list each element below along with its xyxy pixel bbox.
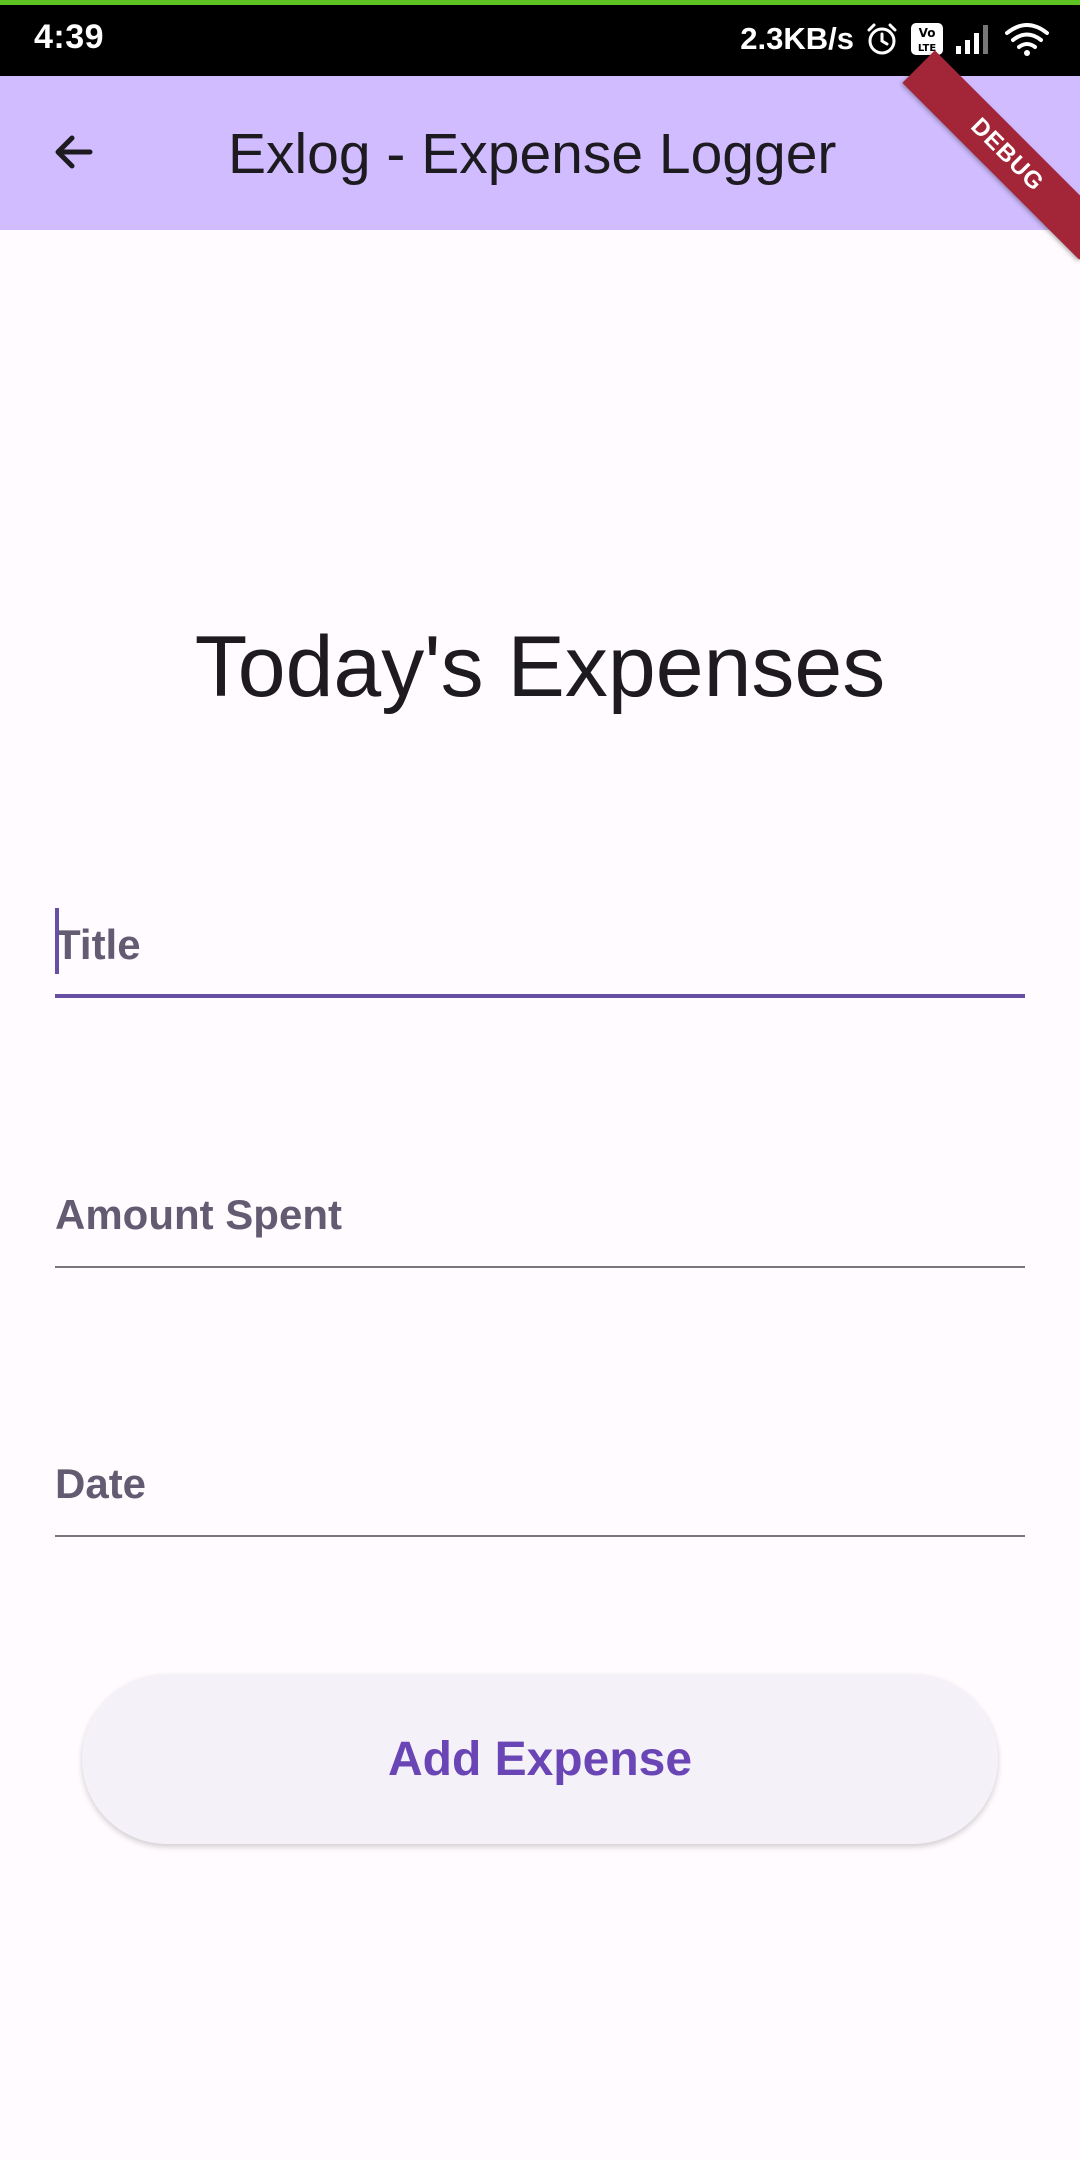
amount-input[interactable] [55,1176,1025,1268]
volte-icon: Vo LTE [910,22,944,56]
title-input[interactable] [55,906,1025,998]
text-cursor [55,908,59,974]
debug-banner: DEBUG [902,50,1080,260]
amount-field [55,1168,1025,1268]
status-accent-line [0,0,1080,5]
app-title: Exlog - Expense Logger [228,122,837,186]
status-bar: 4:39 2.3KB/s Vo LTE [0,0,1080,76]
status-icons: 2.3KB/s Vo LTE [740,14,1050,64]
amount-underline [55,1266,1025,1268]
arrow-back-icon [50,128,98,181]
add-expense-button[interactable]: Add Expense [82,1674,998,1844]
back-button[interactable] [36,116,112,192]
title-field [55,898,1025,998]
network-speed: 2.3KB/s [740,21,854,56]
wifi-icon [1004,21,1050,57]
app-bar: Exlog - Expense Logger DEBUG [0,50,1080,260]
signal-icon [954,22,994,56]
alarm-icon [864,21,900,57]
svg-text:Vo: Vo [919,26,936,40]
title-underline [55,994,1025,998]
status-time: 4:39 [34,18,105,56]
date-input[interactable] [55,1445,1025,1537]
date-field [55,1437,1025,1537]
page-title: Today's Expenses [194,619,886,715]
date-underline [55,1535,1025,1537]
app-screen: 4:39 2.3KB/s Vo LTE Exlog - Expense Logg… [0,0,1080,2160]
